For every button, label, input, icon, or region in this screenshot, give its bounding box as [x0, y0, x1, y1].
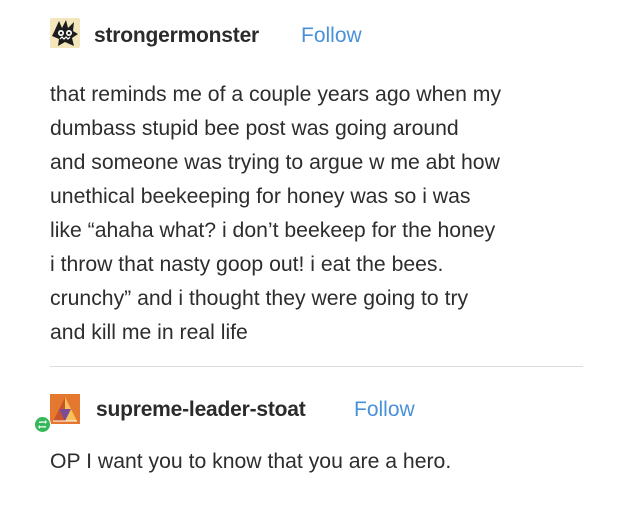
post-supreme-leader-stoat: supreme-leader-stoat Follow OP I want yo… — [0, 388, 640, 473]
username[interactable]: supreme-leader-stoat — [96, 398, 306, 422]
post-text-line: OP I want you to know that you are a her… — [50, 450, 452, 473]
post-text-line: i throw that nasty goop out! i eat the b… — [50, 253, 444, 276]
post-text-line: unethical beekeeping for honey was so i … — [50, 185, 471, 208]
post-body: that reminds me of a couple years ago wh… — [50, 78, 610, 350]
reblog-icon — [34, 416, 51, 433]
post-text-line: that reminds me of a couple years ago wh… — [50, 83, 502, 106]
follow-button[interactable]: Follow — [354, 398, 415, 422]
username[interactable]: strongermonster — [94, 24, 259, 48]
post-text-line: like “ahaha what? i don’t beekeep for th… — [50, 219, 496, 242]
post-text-line: crunchy” and i thought they were going t… — [50, 287, 469, 310]
post-header: supreme-leader-stoat Follow — [0, 388, 640, 433]
follow-button[interactable]: Follow — [301, 24, 362, 48]
dark-creature-avatar-icon[interactable] — [50, 18, 80, 48]
post-header: strongermonster Follow — [0, 14, 640, 58]
post-divider — [50, 366, 583, 367]
post-body: OP I want you to know that you are a her… — [50, 445, 610, 479]
orange-geometric-avatar-icon[interactable] — [50, 394, 80, 424]
post-text-line: and kill me in real life — [50, 321, 248, 344]
post-text-line: and someone was trying to argue w me abt… — [50, 151, 500, 174]
post-text-line: dumbass stupid bee post was going around — [50, 117, 459, 140]
post-strongermonster: strongermonster Follow that reminds me o… — [0, 14, 640, 344]
